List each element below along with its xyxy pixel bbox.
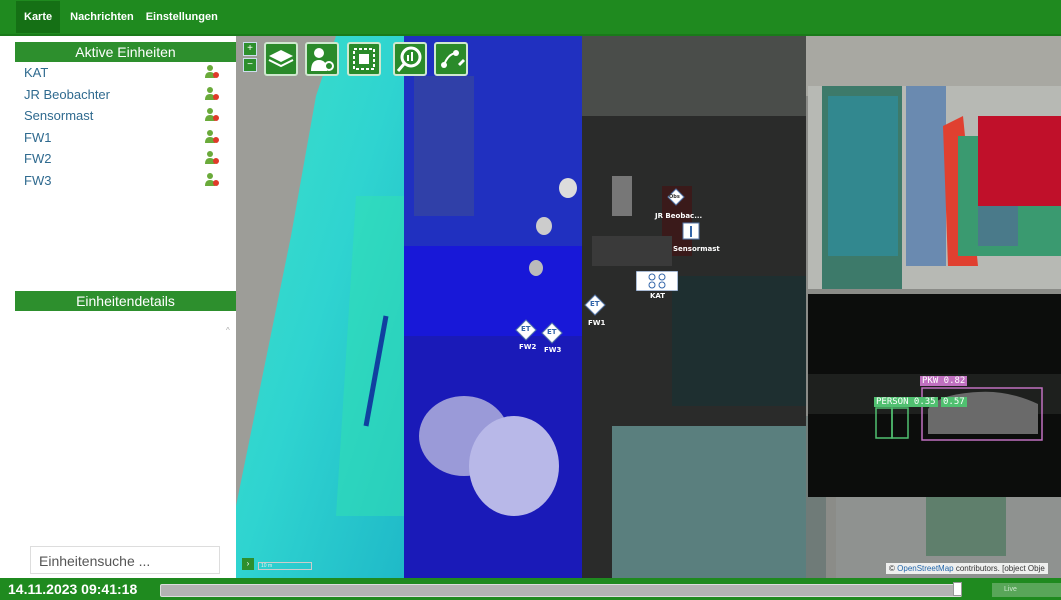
detection-label-pkw: PKW 0.82 [920,376,968,386]
fw1-marker-label: FW1 [588,319,606,327]
multispectral-image-overlay [808,86,1061,289]
detection-label-person: PERSON 0.35 [874,397,938,407]
unit-item-jr-beobachter[interactable]: JR Beobachter [24,84,224,106]
unit-item-sensormast[interactable]: Sensormast [24,105,224,127]
zoom-out-button[interactable]: − [243,58,257,72]
analysis-search-button[interactable] [393,42,427,76]
kat-marker-label: KAT [650,292,666,300]
unit-label: FW2 [24,151,52,166]
timeline-slider-handle[interactable] [953,582,962,596]
magnify-chart-icon [396,46,422,72]
sensormast-marker-icon[interactable] [682,222,700,240]
unit-details-header: Einheitendetails [15,291,236,311]
unit-label: JR Beobachter [24,86,110,102]
unit-item-fw3[interactable]: FW3 [24,170,224,192]
expand-panel-button[interactable]: › [242,558,254,570]
thermal-camera-overlay [808,294,1061,497]
scroll-up-arrow-icon[interactable]: ^ [226,326,230,335]
unit-label: FW3 [24,172,52,188]
observer-marker-text: Obs [669,194,680,200]
unit-tracking-button[interactable] [305,42,339,76]
pointcloud-blue-layer [404,36,584,578]
fw2-marker-label: FW2 [519,343,537,351]
observer-marker-label: JR Beobac... [655,212,703,220]
unit-label: Sensormast [24,108,94,123]
locate-person-icon[interactable] [204,129,220,145]
unit-item-kat[interactable]: KAT [24,62,224,84]
draw-path-icon [441,50,465,68]
main-menu: Karte Nachrichten Einstellungen [16,0,230,34]
locate-person-icon[interactable] [204,107,220,123]
active-units-header: Aktive Einheiten [15,42,236,62]
map-attribution: © OpenStreetMap contributors. [object Ob… [886,563,1048,574]
status-bar: 14.11.2023 09:41:18 Live [0,578,1061,600]
unit-item-fw2[interactable]: FW2 [24,148,224,170]
attribution-suffix: contributors. [object Obje [953,564,1045,573]
tab-karte[interactable]: Karte [16,1,61,33]
pointcloud-cyan-layer [236,36,406,578]
select-area-button[interactable] [347,42,381,76]
layers-icon [268,50,294,68]
sensormast-marker-label: Sensormast [673,245,720,253]
fw3-marker-text: ET [547,328,557,336]
live-button[interactable]: Live [992,583,1061,597]
unit-label: FW1 [24,129,52,145]
sidebar: Aktive Einheiten KAT JR Beobachter Senso… [0,36,236,578]
pointcloud-dark-layer [582,36,806,578]
unit-item-fw1[interactable]: FW1 [24,127,224,149]
tab-einstellungen[interactable]: Einstellungen [146,11,218,23]
tab-nachrichten[interactable]: Nachrichten [70,11,134,23]
unit-label: KAT [24,65,49,80]
locate-person-icon[interactable] [204,172,220,188]
attribution-prefix: © [889,564,895,573]
fw3-marker-label: FW3 [544,346,562,354]
kat-drone-marker-icon[interactable] [636,271,678,291]
active-units-list: KAT JR Beobachter Sensormast FW1 FW2 FW3 [24,62,224,191]
layers-button[interactable] [264,42,298,76]
fw2-marker-text: ET [521,325,531,333]
top-navigation-bar: Karte Nachrichten Einstellungen [0,0,1061,36]
locate-person-icon[interactable] [204,86,220,102]
timeline-slider-track[interactable] [160,584,962,597]
draw-route-button[interactable] [434,42,468,76]
fw1-marker-text: ET [590,300,600,308]
locate-person-icon[interactable] [204,150,220,166]
person-pin-icon [311,48,334,71]
map-view[interactable]: + − Obs JR Beobac... Sensormast KAT ET F… [236,36,1061,578]
current-timestamp: 14.11.2023 09:41:18 [8,581,138,597]
locate-person-icon[interactable] [204,64,220,80]
unit-search-input[interactable]: Einheitensuche ... [30,546,220,574]
select-frame-icon [353,48,375,70]
detection-label-person-2: 0.57 [941,397,967,407]
openstreetmap-link[interactable]: OpenStreetMap [897,564,953,573]
zoom-in-button[interactable]: + [243,42,257,56]
scale-bar: 10 m [258,562,312,570]
zoom-control: + − [243,42,257,72]
